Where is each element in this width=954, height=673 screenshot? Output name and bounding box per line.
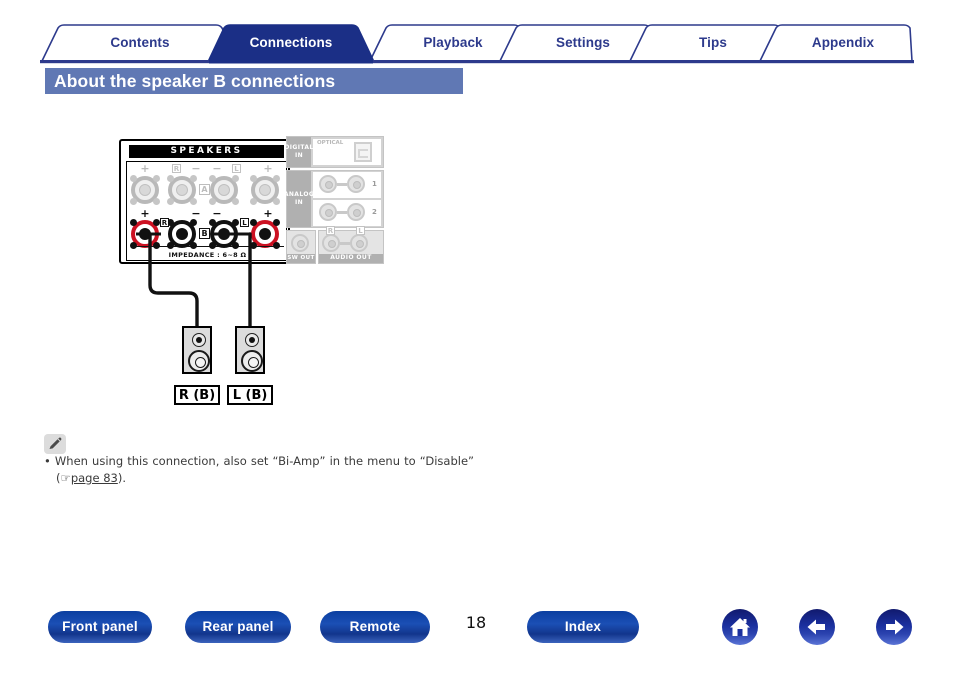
terminal-b-l-plus-sign: +	[263, 207, 273, 220]
analog-in-1-right-jack[interactable]	[319, 175, 337, 193]
terminal-a-l-plus-sign: +	[263, 162, 273, 175]
main-tab-bar: Contents Connections Playback Settings T…	[40, 24, 914, 64]
terminal-b-r-plus-sign: +	[140, 207, 150, 220]
analog-in-2-right-jack[interactable]	[319, 203, 337, 221]
front-panel-button[interactable]: Front panel	[48, 611, 152, 643]
terminal-row-a-label: A	[199, 184, 210, 195]
terminal-b-r-channel: R	[160, 218, 169, 227]
tab-appendix[interactable]: Appendix	[760, 24, 926, 62]
note-sentence: When using this connection, also set “Bi…	[54, 454, 474, 468]
index-button[interactable]: Index	[527, 611, 639, 643]
terminal-row-b-label: B	[199, 228, 210, 239]
terminal-a-left-plus[interactable]	[250, 175, 280, 205]
sw-out-jack[interactable]	[291, 234, 309, 252]
analog-in-label: ANALOG IN	[284, 171, 314, 227]
optical-port-icon[interactable]	[354, 142, 372, 162]
arrow-left-icon[interactable]	[799, 609, 835, 645]
rear-panel-button[interactable]: Rear panel	[185, 611, 291, 643]
analog-in-1-number: 1	[372, 180, 377, 188]
terminal-a-r-plus-sign: +	[140, 162, 150, 175]
terminal-a-right-plus[interactable]	[130, 175, 160, 205]
woofer-icon	[241, 350, 263, 372]
note-bullet: •	[44, 454, 51, 468]
terminal-a-r-minus-sign: −	[191, 162, 201, 175]
analog-in-2-bridge	[337, 211, 347, 214]
audio-out-left-jack[interactable]	[350, 234, 368, 252]
speaker-right-b-label: R (B)	[174, 385, 220, 405]
arrow-right-icon[interactable]	[876, 609, 912, 645]
analog-in-1-bridge	[337, 183, 347, 186]
terminal-a-left-minus[interactable]	[209, 175, 239, 205]
terminal-b-left-plus[interactable]	[250, 219, 280, 249]
pencil-icon	[44, 434, 66, 454]
tweeter-icon	[192, 333, 206, 347]
page-83-link[interactable]: page 83	[71, 471, 118, 485]
speakers-heading: SPEAKERS	[129, 145, 284, 158]
audio-out-bridge	[340, 242, 350, 245]
speaker-left-b	[235, 326, 265, 374]
note-text: • When using this connection, also set “…	[44, 453, 474, 486]
optical-label: OPTICAL	[317, 140, 344, 146]
terminal-b-r-minus-sign: −	[191, 207, 201, 220]
amplifier-rear-panel: SPEAKERS + R − − L + A + − − + R L B IMP…	[119, 139, 290, 264]
analog-in-2-left-jack[interactable]	[347, 203, 365, 221]
home-icon[interactable]	[722, 609, 758, 645]
speaker-terminal-area: + R − − L + A + − − + R L B IMPEDANCE : …	[126, 161, 287, 261]
speaker-right-b	[182, 326, 212, 374]
terminal-a-l-minus-sign: −	[212, 162, 222, 175]
terminal-b-l-minus-sign: −	[212, 207, 222, 220]
woofer-icon	[188, 350, 210, 372]
note-line-1: • When using this connection, also set “…	[44, 453, 474, 470]
speaker-b-connection-diagram: SPEAKERS + R − − L + A + − − + R L B IMP…	[110, 130, 410, 420]
terminal-b-right-plus[interactable]	[130, 219, 160, 249]
terminal-a-r-channel: R	[172, 164, 181, 173]
terminal-a-l-channel: L	[232, 164, 241, 173]
terminal-b-left-minus[interactable]	[209, 219, 239, 249]
speaker-left-b-label: L (B)	[227, 385, 273, 405]
sw-out-label: SW OUT	[287, 254, 315, 263]
terminal-b-right-minus[interactable]	[167, 219, 197, 249]
page-title: About the speaker B connections	[45, 68, 463, 94]
impedance-spec: IMPEDANCE : 6~8 Ω	[168, 251, 247, 259]
remote-button[interactable]: Remote	[320, 611, 430, 643]
terminal-a-right-minus[interactable]	[167, 175, 197, 205]
audio-out-right-jack[interactable]	[322, 234, 340, 252]
digital-in-label: DIGITAL IN	[284, 137, 313, 167]
terminal-b-l-channel: L	[240, 218, 249, 227]
tab-connections[interactable]: Connections	[208, 24, 374, 62]
page-number: 18	[465, 613, 487, 632]
analog-in-2-number: 2	[372, 208, 377, 216]
note-line-2: (☞page 83).	[44, 470, 474, 487]
analog-in-1-left-jack[interactable]	[347, 175, 365, 193]
audio-out-label: AUDIO OUT	[319, 254, 383, 263]
pointing-hand-icon: ☞	[60, 470, 71, 485]
impedance-divider	[131, 246, 284, 247]
note-close-paren: ).	[117, 470, 126, 485]
rear-jack-panel: DIGITAL IN OPTICAL ANALOG IN 1 2 SW OUT …	[284, 136, 384, 264]
tweeter-icon	[245, 333, 259, 347]
